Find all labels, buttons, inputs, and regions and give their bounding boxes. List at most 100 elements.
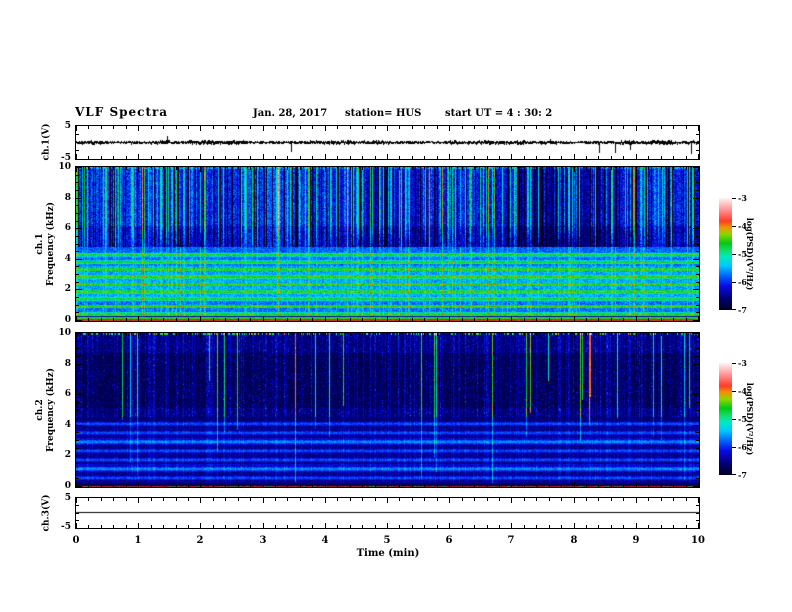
axis-tick [362, 167, 363, 170]
colorbar-tick-label: -4 [738, 386, 747, 396]
axis-tick [611, 318, 612, 321]
axis-tick [76, 244, 79, 245]
axis-tick [88, 156, 89, 159]
time-tick-label: 1 [134, 535, 142, 546]
axis-tick [275, 498, 276, 501]
axis-tick [375, 167, 376, 170]
colorbar-tick [732, 447, 736, 448]
axis-tick [325, 523, 326, 528]
axis-tick [101, 484, 102, 487]
axis-tick [350, 318, 351, 321]
volt-tick-label: -5 [61, 522, 71, 532]
axis-tick [176, 156, 177, 159]
axis-tick [176, 126, 177, 129]
axis-tick [76, 410, 79, 411]
axis-tick [487, 333, 488, 336]
axis-tick [574, 167, 575, 172]
axis-tick [636, 498, 637, 503]
axis-tick [412, 498, 413, 501]
axis-tick [188, 333, 189, 336]
axis-tick [598, 126, 599, 129]
axis-tick [238, 484, 239, 487]
colorbar-tick [732, 363, 736, 364]
ch1-spectrogram-canvas [76, 167, 699, 321]
axis-tick [325, 482, 326, 487]
axis-tick [696, 348, 699, 349]
axis-tick [686, 333, 687, 336]
axis-tick [586, 498, 587, 501]
colorbar-canvas-1 [719, 198, 732, 310]
axis-tick [623, 498, 624, 501]
axis-tick [399, 525, 400, 528]
axis-tick [561, 126, 562, 129]
axis-tick [225, 126, 226, 129]
axis-tick [76, 175, 79, 176]
axis-tick [511, 482, 512, 487]
axis-tick [76, 394, 82, 395]
axis-tick [113, 126, 114, 129]
axis-tick [648, 156, 649, 159]
axis-tick [138, 482, 139, 487]
axis-tick [113, 318, 114, 321]
axis-tick [437, 484, 438, 487]
axis-tick [412, 318, 413, 321]
axis-tick [76, 505, 79, 506]
axis-tick [362, 156, 363, 159]
axis-tick [399, 484, 400, 487]
axis-tick [693, 228, 699, 229]
axis-tick [524, 498, 525, 501]
axis-tick [424, 167, 425, 170]
axis-tick [350, 156, 351, 159]
axis-tick [76, 417, 79, 418]
axis-tick [399, 318, 400, 321]
axis-tick [462, 126, 463, 129]
axis-tick [113, 167, 114, 170]
axis-tick [487, 126, 488, 129]
axis-tick [387, 126, 388, 131]
axis-tick [101, 525, 102, 528]
axis-tick [300, 525, 301, 528]
axis-tick [76, 182, 79, 183]
freq-tick-label: 10 [58, 162, 71, 172]
axis-tick [474, 318, 475, 321]
axis-tick [536, 126, 537, 129]
axis-tick [250, 156, 251, 159]
axis-tick [287, 126, 288, 129]
axis-tick [88, 525, 89, 528]
axis-tick [412, 333, 413, 336]
axis-tick [312, 167, 313, 170]
axis-tick [686, 484, 687, 487]
axis-tick [586, 126, 587, 129]
axis-tick [574, 482, 575, 487]
axis-tick [76, 432, 79, 433]
colorbar-tick-label: -6 [738, 442, 747, 452]
axis-tick [176, 525, 177, 528]
axis-tick [661, 333, 662, 336]
axis-tick [524, 318, 525, 321]
axis-tick [693, 289, 699, 290]
axis-tick [673, 167, 674, 170]
axis-tick [574, 126, 575, 131]
axis-tick [387, 316, 388, 321]
axis-tick [499, 167, 500, 170]
axis-tick [113, 333, 114, 336]
axis-tick [511, 523, 512, 528]
freq-tick-label: 2 [64, 284, 71, 295]
axis-tick [474, 333, 475, 336]
axis-tick [263, 126, 264, 131]
axis-tick [424, 484, 425, 487]
axis-tick [200, 333, 201, 338]
axis-tick [300, 126, 301, 129]
time-tick-label: 9 [632, 535, 640, 546]
axis-tick [337, 318, 338, 321]
axis-tick [213, 318, 214, 321]
axis-tick [412, 525, 413, 528]
axis-tick [76, 167, 82, 168]
axis-tick [424, 156, 425, 159]
axis-tick [474, 156, 475, 159]
axis-tick [561, 167, 562, 170]
axis-tick [696, 274, 699, 275]
axis-tick [424, 525, 425, 528]
axis-tick [337, 333, 338, 336]
axis-tick [138, 523, 139, 528]
